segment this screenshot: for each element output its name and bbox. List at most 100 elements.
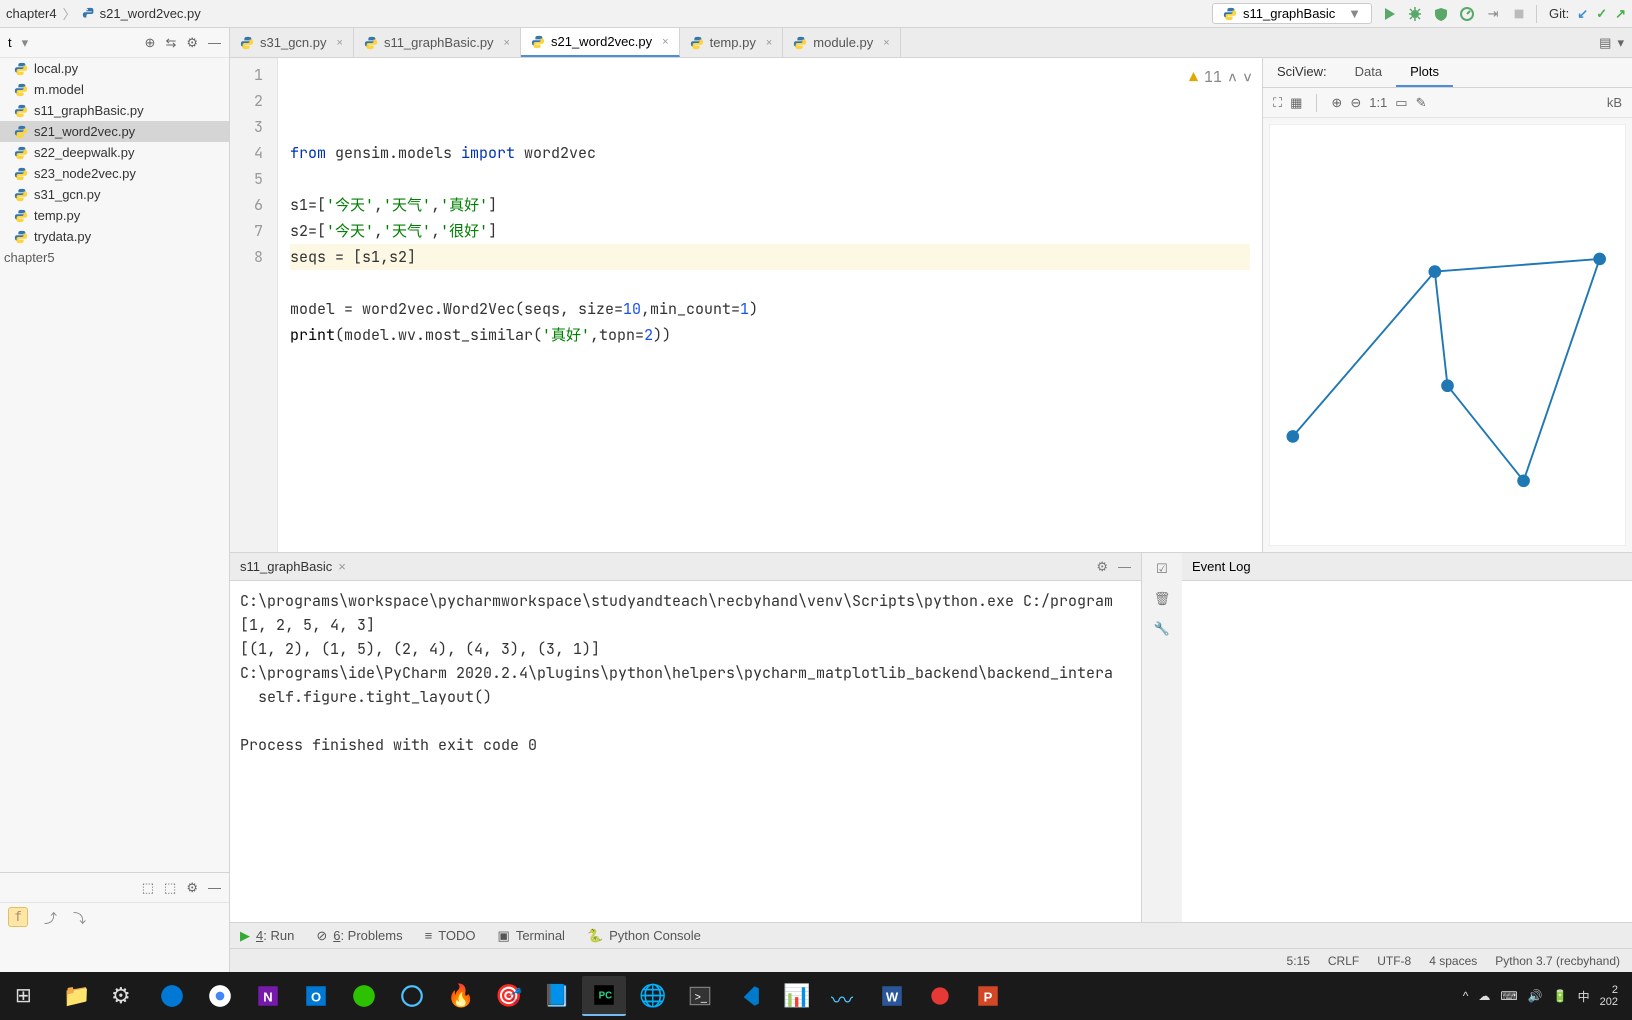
- console-output[interactable]: C:\programs\workspace\pycharmworkspace\s…: [230, 581, 1141, 922]
- struct-nav-down-icon[interactable]: ⤵: [73, 908, 86, 927]
- plot-viewport[interactable]: [1269, 124, 1626, 546]
- breadcrumb-folder[interactable]: chapter4: [6, 6, 57, 21]
- tool-python-console[interactable]: 🐍 Python Console: [587, 928, 701, 944]
- eol[interactable]: CRLF: [1328, 954, 1359, 968]
- git-push-icon[interactable]: ↗: [1615, 6, 1626, 22]
- debug-button[interactable]: [1406, 5, 1424, 23]
- code-line[interactable]: print(model.wv.most_similar('真好',topn=2)…: [290, 322, 1250, 348]
- project-file[interactable]: s23_node2vec.py: [0, 163, 229, 184]
- project-file[interactable]: s22_deepwalk.py: [0, 142, 229, 163]
- keyboard-icon[interactable]: ⌨: [1500, 989, 1517, 1003]
- trash-icon[interactable]: 🗑: [1154, 591, 1171, 607]
- close-icon[interactable]: ×: [662, 36, 668, 48]
- app-icon[interactable]: 📊: [774, 976, 818, 1016]
- project-file[interactable]: m.model: [0, 79, 229, 100]
- prev-highlight-icon[interactable]: ∧: [1228, 64, 1237, 90]
- project-file[interactable]: trydata.py: [0, 226, 229, 247]
- editor-tab[interactable]: s31_gcn.py×: [230, 28, 354, 57]
- project-folder[interactable]: chapter5: [0, 247, 229, 268]
- project-file[interactable]: temp.py: [0, 205, 229, 226]
- breadcrumb-file[interactable]: s21_word2vec.py: [100, 6, 201, 21]
- code-line[interactable]: s2=['今天','天气','很好']: [290, 218, 1250, 244]
- editor-tab[interactable]: module.py×: [783, 28, 900, 57]
- zoom-rect-icon[interactable]: ▭: [1395, 95, 1407, 111]
- cortana-icon[interactable]: [390, 976, 434, 1016]
- hide-icon[interactable]: —: [208, 880, 221, 895]
- interpreter[interactable]: Python 3.7 (recbyhand): [1495, 954, 1620, 968]
- hide-icon[interactable]: —: [1118, 559, 1131, 575]
- editor-tab[interactable]: s21_word2vec.py×: [521, 28, 680, 57]
- tabs-dropdown-icon[interactable]: ▾: [1617, 35, 1624, 51]
- git-commit-icon[interactable]: ✓: [1596, 6, 1607, 22]
- code-line[interactable]: s1=['今天','天气','真好']: [290, 192, 1250, 218]
- code-line[interactable]: [290, 270, 1250, 296]
- zoom-11-icon[interactable]: 1:1: [1369, 95, 1387, 111]
- fit-icon[interactable]: ⛶: [1273, 95, 1282, 111]
- project-file[interactable]: s21_word2vec.py: [0, 121, 229, 142]
- project-file[interactable]: s31_gcn.py: [0, 184, 229, 205]
- expand-icon[interactable]: ⬚: [142, 880, 154, 896]
- close-icon[interactable]: ×: [883, 37, 889, 49]
- caret-pos[interactable]: 5:15: [1287, 954, 1310, 968]
- next-highlight-icon[interactable]: ∨: [1243, 64, 1252, 90]
- editor-tab[interactable]: temp.py×: [680, 28, 784, 57]
- close-icon[interactable]: ×: [337, 37, 343, 49]
- struct-nav-up-icon[interactable]: ⤴: [44, 908, 57, 927]
- code-line[interactable]: from gensim.models import word2vec: [290, 140, 1250, 166]
- gear-icon[interactable]: ⚙: [186, 880, 198, 896]
- task-view-icon[interactable]: ⊞: [6, 976, 50, 1016]
- app-icon[interactable]: 🔥: [438, 976, 482, 1016]
- app-icon[interactable]: 〰: [822, 976, 866, 1016]
- battery-icon[interactable]: 🔋: [1553, 989, 1568, 1003]
- tray-up-icon[interactable]: ^: [1463, 989, 1469, 1003]
- word-icon[interactable]: W: [870, 976, 914, 1016]
- close-icon[interactable]: ×: [338, 559, 346, 574]
- record-icon[interactable]: [918, 976, 962, 1016]
- run-button[interactable]: [1380, 5, 1398, 23]
- attach-button[interactable]: ⇥: [1484, 5, 1502, 23]
- wechat-icon[interactable]: [342, 976, 386, 1016]
- profile-button[interactable]: [1458, 5, 1476, 23]
- code-line[interactable]: [290, 166, 1250, 192]
- tool-problems[interactable]: ⊘ 6: Problems: [316, 928, 402, 944]
- locate-icon[interactable]: ⊕: [145, 35, 156, 51]
- git-update-icon[interactable]: ↙: [1577, 6, 1588, 22]
- collapse-all-icon[interactable]: ⬚: [164, 880, 176, 896]
- taskbar[interactable]: ⊞ 📁 ⚙ N O 🔥 🎯 📘 PC 🌐 >_ 📊 〰 W P ^ ☁ ⌨ 🔊 …: [0, 972, 1632, 1020]
- run-config-selector[interactable]: s11_graphBasic ▼: [1212, 3, 1372, 24]
- outlook-icon[interactable]: O: [294, 976, 338, 1016]
- sciview-tab-data[interactable]: Data: [1341, 58, 1396, 87]
- app-icon[interactable]: 🎯: [486, 976, 530, 1016]
- file-explorer-icon[interactable]: 📁: [54, 976, 98, 1016]
- hide-icon[interactable]: —: [208, 35, 221, 50]
- run-tab-title[interactable]: s11_graphBasic: [240, 559, 332, 574]
- code-line[interactable]: seqs = [s1,s2]: [290, 244, 1250, 270]
- filter-icon[interactable]: ☑: [1156, 561, 1168, 577]
- project-file[interactable]: s11_graphBasic.py: [0, 100, 229, 121]
- grid-icon[interactable]: ▦: [1290, 95, 1302, 111]
- tool-terminal[interactable]: ▣ Terminal: [498, 928, 565, 944]
- terminal-icon[interactable]: >_: [678, 976, 722, 1016]
- collapse-icon[interactable]: ⇆: [165, 35, 176, 51]
- tool-todo[interactable]: ≡ TODO: [425, 928, 476, 943]
- settings-icon[interactable]: ⚙: [102, 976, 146, 1016]
- ime-indicator[interactable]: 中: [1578, 988, 1590, 1005]
- tool-run[interactable]: ▶ 4: Run: [240, 928, 294, 944]
- color-picker-icon[interactable]: ✎: [1416, 95, 1427, 111]
- more-tabs-icon[interactable]: ▤: [1599, 35, 1611, 51]
- onenote-icon[interactable]: N: [246, 976, 290, 1016]
- structure-chip[interactable]: f: [8, 907, 28, 927]
- edge-icon[interactable]: [150, 976, 194, 1016]
- vscode-icon[interactable]: [726, 976, 770, 1016]
- gear-icon[interactable]: ⚙: [186, 35, 198, 51]
- close-icon[interactable]: ×: [766, 37, 772, 49]
- app-icon[interactable]: 📘: [534, 976, 578, 1016]
- cloud-icon[interactable]: ☁: [1478, 989, 1490, 1003]
- powerpoint-icon[interactable]: P: [966, 976, 1010, 1016]
- code-line[interactable]: model = word2vec.Word2Vec(seqs, size=10,…: [290, 296, 1250, 322]
- close-icon[interactable]: ×: [504, 37, 510, 49]
- app-icon[interactable]: 🌐: [630, 976, 674, 1016]
- zoom-in-icon[interactable]: ⊕: [1331, 95, 1342, 111]
- volume-icon[interactable]: 🔊: [1528, 989, 1543, 1003]
- breadcrumb[interactable]: chapter4 〉 s21_word2vec.py: [6, 4, 201, 23]
